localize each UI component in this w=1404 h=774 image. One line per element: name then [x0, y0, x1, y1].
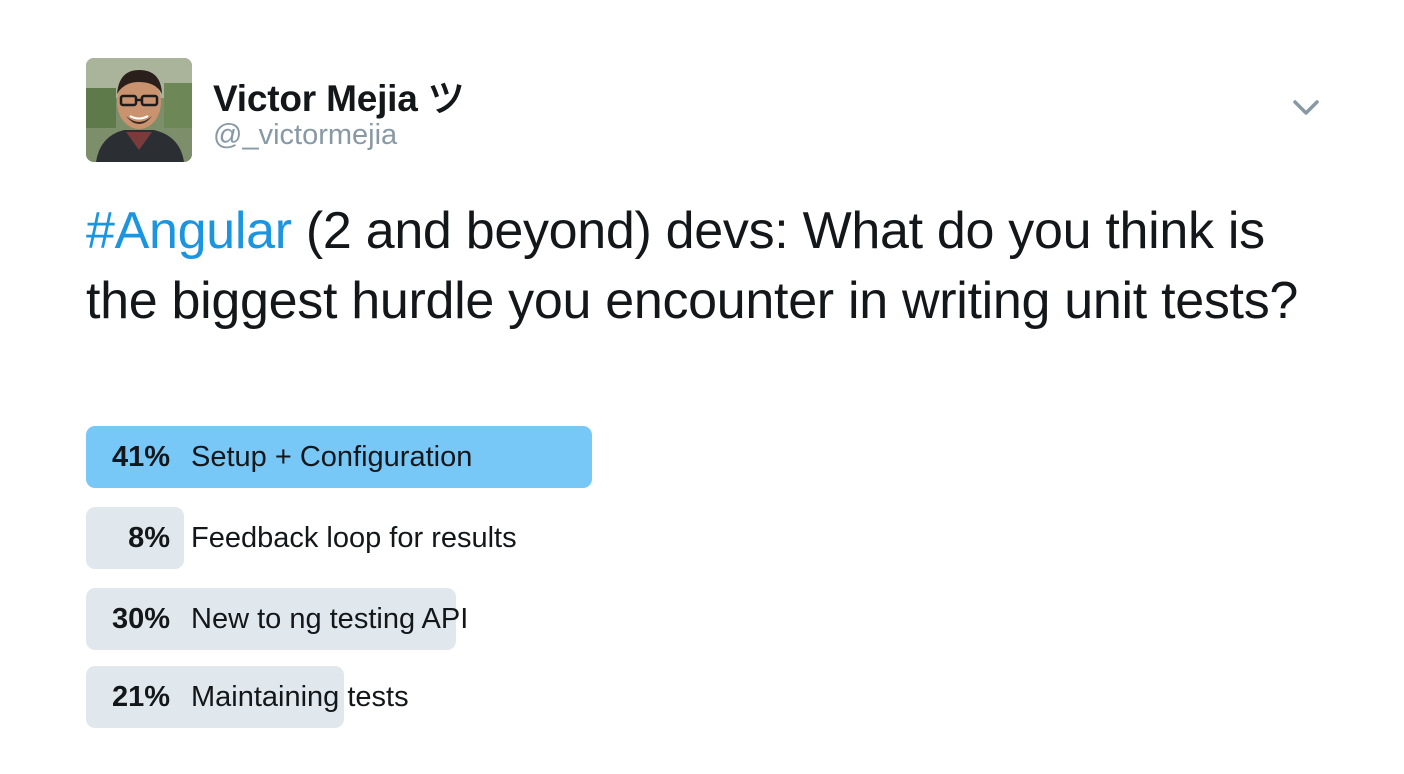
hashtag-link[interactable]: #Angular	[86, 202, 292, 260]
poll-label: Setup + Configuration	[191, 441, 473, 473]
chevron-down-icon[interactable]	[1288, 94, 1324, 120]
display-name[interactable]: Victor Mejia ツ	[213, 68, 465, 122]
poll-option: 30% New to ng testing API	[86, 588, 646, 650]
poll-label: New to ng testing API	[191, 603, 469, 635]
poll-label: Feedback loop for results	[191, 522, 517, 554]
poll-label: Maintaining tests	[191, 681, 409, 713]
avatar[interactable]	[86, 58, 192, 162]
screen-name[interactable]: @_victormejia	[213, 119, 397, 152]
poll-percent: 8%	[128, 522, 170, 554]
poll-option: 41% Setup + Configuration	[86, 426, 646, 488]
tweet: Victor Mejia ツ @_victormejia #Angular (2…	[0, 0, 1404, 774]
poll-option: 21% Maintaining tests	[86, 666, 646, 728]
poll-option: 8% Feedback loop for results	[86, 507, 646, 569]
poll-percent: 30%	[111, 603, 170, 635]
poll-percent: 41%	[111, 441, 170, 473]
tweet-text: #Angular (2 and beyond) devs: What do yo…	[86, 196, 1336, 336]
poll-percent: 21%	[111, 681, 170, 713]
avatar-image	[86, 58, 192, 162]
